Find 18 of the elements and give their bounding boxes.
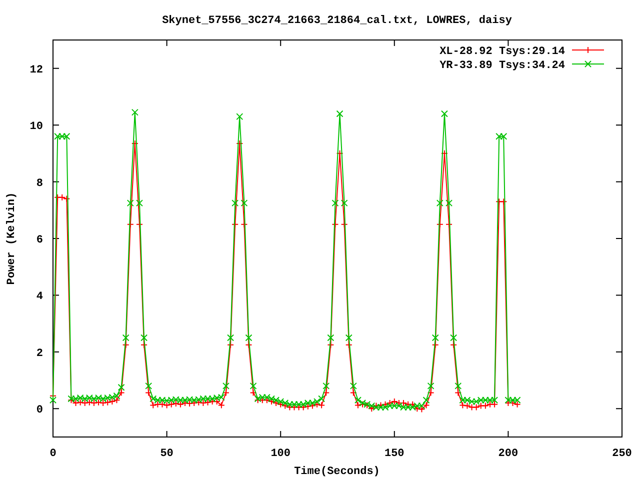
x-tick-label: 200	[498, 448, 518, 460]
x-tick-label: 50	[160, 448, 174, 460]
y-tick-label: 2	[36, 348, 43, 360]
chart-title: Skynet_57556_3C274_21663_21864_cal.txt, LOWRES, daisy	[162, 15, 512, 27]
legend-label: YR-33.89 Tsys:34.24	[440, 60, 565, 72]
x-tick-label: 100	[270, 448, 290, 460]
x-tick-label: 150	[384, 448, 404, 460]
x-tick-label: 0	[50, 448, 56, 460]
legend-label: XL-28.92 Tsys:29.14	[440, 46, 565, 58]
y-tick-label: 6	[36, 234, 43, 246]
x-axis-label: Time(Seconds)	[294, 466, 380, 478]
y-tick-label: 0	[36, 404, 43, 417]
y-tick-label: 8	[36, 178, 43, 190]
x-tick-label: 250	[612, 448, 632, 460]
y-tick-label: 12	[30, 64, 43, 76]
y-tick-label: 10	[30, 121, 43, 134]
y-tick-label: 4	[36, 291, 43, 304]
y-axis-label: Power (Kelvin)	[6, 192, 18, 285]
